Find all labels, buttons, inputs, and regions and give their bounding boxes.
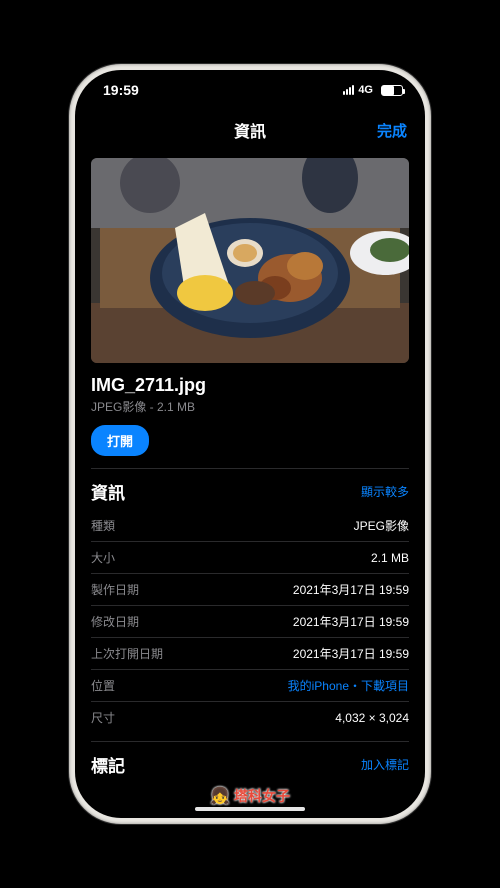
tags-section: 標記 加入標記 [91, 741, 409, 777]
info-section: 資訊 顯示較多 種類 JPEG影像大小 2.1 MB 製作日期 2021年3月17日 1… [91, 468, 409, 733]
status-right: 4G [343, 84, 403, 96]
home-indicator[interactable] [195, 807, 305, 811]
info-value-link[interactable]: 我的iPhone・下載項目 [288, 677, 409, 694]
info-label: 大小 [91, 549, 115, 566]
info-row: 位置 我的iPhone・下載項目 [91, 670, 409, 702]
watermark-icon: 👧 [210, 786, 230, 806]
watermark: 👧 塔科女子 [210, 786, 290, 806]
info-row: 製作日期 2021年3月17日 19:59 [91, 574, 409, 606]
network-label: 4G [358, 84, 373, 96]
info-row: 尺寸 4,032 × 3,024 [91, 702, 409, 733]
info-section-header: 資訊 顯示較多 [91, 479, 409, 504]
phone-inner: 19:59 4G 資訊 完成 [75, 70, 425, 818]
info-value: JPEG影像 [354, 517, 409, 534]
info-label: 修改日期 [91, 613, 139, 630]
watermark-text: 塔科女子 [234, 786, 290, 806]
info-label: 位置 [91, 677, 115, 694]
signal-icon [343, 85, 354, 95]
file-subtitle: JPEG影像 - 2.1 MB [91, 398, 409, 415]
phone-frame: 19:59 4G 資訊 完成 [69, 64, 431, 824]
tags-section-title: 標記 [91, 752, 125, 777]
info-label: 上次打開日期 [91, 645, 163, 662]
info-value: 2.1 MB [371, 551, 409, 565]
image-preview[interactable] [91, 158, 409, 363]
info-value: 4,032 × 3,024 [335, 711, 409, 725]
content: IMG_2711.jpg JPEG影像 - 2.1 MB 打開 資訊 顯示較多 … [75, 158, 425, 818]
info-value: 2021年3月17日 19:59 [293, 645, 409, 662]
info-value: 2021年3月17日 19:59 [293, 581, 409, 598]
nav-bar: 資訊 完成 [75, 110, 425, 150]
info-section-title: 資訊 [91, 479, 125, 504]
info-label: 製作日期 [91, 581, 139, 598]
info-row: 種類 JPEG影像 [91, 510, 409, 542]
notch [175, 70, 325, 94]
info-rows: 種類JPEG影像大小2.1 MB製作日期2021年3月17日 19:59修改日期… [91, 510, 409, 733]
open-button[interactable]: 打開 [91, 425, 149, 456]
info-row: 大小 2.1 MB [91, 542, 409, 574]
show-more-button[interactable]: 顯示較多 [361, 483, 409, 500]
info-row: 修改日期 2021年3月17日 19:59 [91, 606, 409, 638]
info-label: 尺寸 [91, 709, 115, 726]
info-value: 2021年3月17日 19:59 [293, 613, 409, 630]
file-name: IMG_2711.jpg [91, 375, 409, 396]
page-title: 資訊 [234, 118, 266, 142]
add-tag-button[interactable]: 加入標記 [361, 756, 409, 773]
info-row: 上次打開日期 2021年3月17日 19:59 [91, 638, 409, 670]
tags-section-header: 標記 加入標記 [91, 752, 409, 777]
screen: 19:59 4G 資訊 完成 [75, 70, 425, 818]
battery-icon [381, 85, 403, 96]
status-time: 19:59 [103, 82, 139, 98]
info-label: 種類 [91, 517, 115, 534]
done-button[interactable]: 完成 [377, 120, 407, 141]
